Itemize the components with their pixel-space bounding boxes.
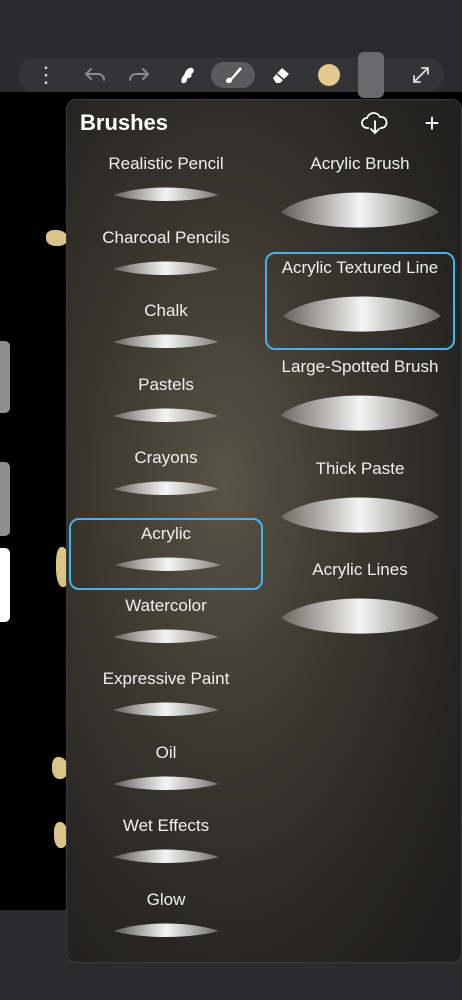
brush-stroke-preview: [113, 776, 219, 790]
panel-title: Brushes: [80, 110, 169, 135]
brush-item[interactable]: Pastels: [69, 371, 263, 443]
brush-name: Wet Effects: [122, 816, 210, 836]
brush-stroke-preview: [113, 629, 219, 643]
brush-item[interactable]: Thick Paste: [265, 455, 455, 553]
brush-stroke-preview: [113, 187, 219, 201]
eraser-icon[interactable]: [264, 58, 298, 92]
brush-stroke-preview: [283, 296, 441, 332]
paint-blob: [46, 230, 68, 246]
ellipsis-icon[interactable]: ⋮: [35, 58, 57, 92]
brush-opacity-slider[interactable]: [0, 462, 10, 536]
brush-item[interactable]: Charcoal Pencils: [69, 224, 263, 296]
expand-icon[interactable]: [404, 58, 438, 92]
brush-stroke-preview: [113, 481, 219, 496]
brush-stroke-preview: [281, 497, 439, 533]
brush-name: Acrylic Lines: [312, 560, 408, 579]
redo-icon[interactable]: [122, 58, 156, 92]
brush-item[interactable]: Oil: [69, 739, 263, 811]
brush-icon[interactable]: [211, 62, 255, 88]
brush-item[interactable]: Chalk: [69, 297, 263, 369]
brush-stroke-preview: [281, 598, 439, 634]
brush-item[interactable]: Expressive Paint: [69, 665, 263, 737]
brush-item[interactable]: Acrylic: [69, 518, 263, 590]
layers-icon[interactable]: [358, 52, 384, 98]
brush-stroke-preview: [113, 334, 219, 349]
brush-name: Glow: [146, 890, 186, 909]
brush-item[interactable]: Acrylic Lines: [265, 556, 455, 654]
plus-icon[interactable]: +: [417, 108, 447, 138]
brush-name: Acrylic Brush: [310, 154, 410, 173]
brush-item[interactable]: Acrylic Brush: [265, 150, 455, 248]
top-toolbar: ⋮: [18, 52, 444, 98]
brush-name: Oil: [155, 742, 177, 762]
brush-name: Watercolor: [125, 595, 207, 615]
side-control[interactable]: [0, 548, 10, 622]
brush-item[interactable]: Large-Spotted Brush: [265, 353, 455, 451]
undo-icon[interactable]: [78, 58, 112, 92]
brush-stroke-preview: [113, 923, 219, 937]
brush-size-slider[interactable]: [0, 341, 10, 413]
brush-item[interactable]: Glow: [69, 886, 263, 958]
brush-item[interactable]: Wet Effects: [69, 812, 263, 884]
brush-stroke-preview: [281, 395, 439, 431]
brush-name: Chalk: [144, 301, 188, 321]
brush-stroke-preview: [115, 557, 221, 571]
brush-name: Expressive Paint: [102, 669, 230, 689]
brush-name: Realistic Pencil: [108, 154, 224, 173]
smudge-icon[interactable]: [170, 58, 204, 92]
brush-stroke-preview: [113, 849, 219, 864]
brush-name: Thick Paste: [315, 458, 405, 478]
brush-name: Charcoal Pencils: [102, 227, 230, 247]
brush-item[interactable]: Acrylic Textured Line: [265, 251, 455, 350]
cloud-download-icon[interactable]: [360, 108, 390, 138]
brush-name: Pastels: [138, 374, 194, 394]
brush-item[interactable]: Watercolor: [69, 592, 263, 664]
brushes-panel: Brushes + Realistic Pencil Charcoal Penci…: [66, 99, 462, 963]
brush-name: Acrylic: [140, 524, 192, 543]
brush-item[interactable]: Realistic Pencil: [69, 150, 263, 222]
brush-name: Large-Spotted Brush: [281, 357, 439, 376]
brush-stroke-preview: [281, 192, 439, 228]
brush-stroke-preview: [113, 261, 219, 275]
brush-stroke-preview: [113, 408, 219, 422]
brush-stroke-preview: [113, 702, 219, 717]
color-swatch[interactable]: [312, 58, 346, 92]
brush-item[interactable]: Crayons: [69, 444, 263, 516]
brush-name: Acrylic Textured Line: [281, 257, 439, 277]
brush-name: Crayons: [134, 448, 198, 468]
